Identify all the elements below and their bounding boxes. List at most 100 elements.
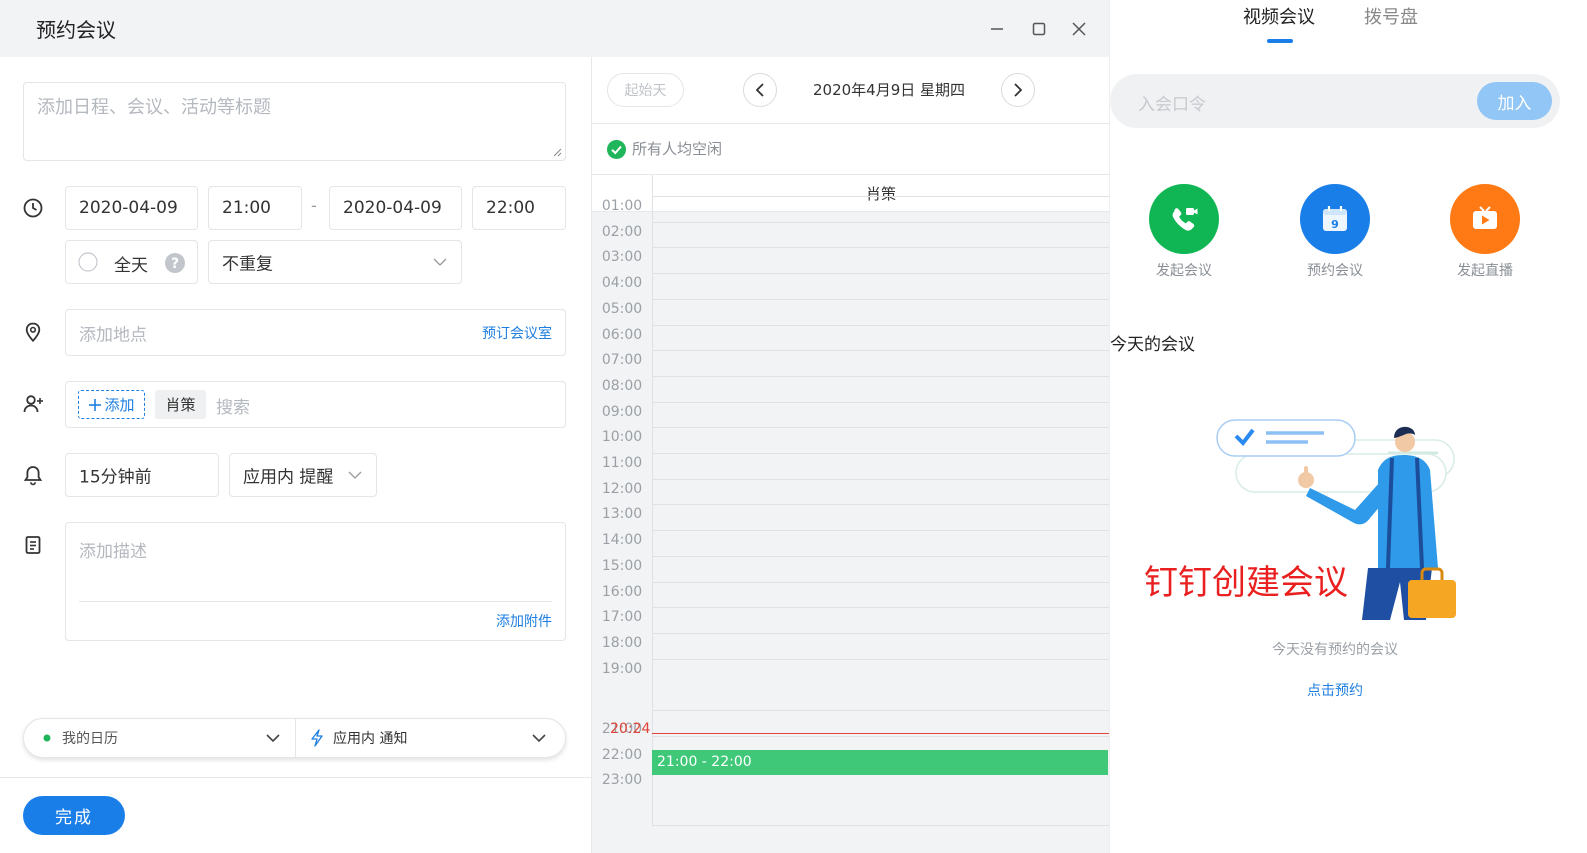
description-input[interactable]: 添加描述 添加附件 (65, 522, 566, 641)
end-time-field[interactable]: 22:00 (472, 186, 566, 230)
hour-label: 14:00 (601, 532, 643, 549)
allday-toggle[interactable]: 全天 ? (65, 240, 198, 284)
hour-gridline (652, 607, 1109, 609)
schedule-meeting-button[interactable]: 9 (1300, 184, 1370, 254)
current-date-label: 2020年4月9日 星期四 (812, 81, 966, 99)
location-placeholder: 添加地点 (79, 325, 147, 345)
notify-select-value: 应用内 通知 (333, 731, 408, 747)
hour-gridline (652, 196, 1109, 197)
green-dot-icon (43, 734, 51, 742)
start-meeting-button[interactable] (1149, 184, 1219, 254)
calendar-icon: 9 (1323, 206, 1347, 231)
minimize-button[interactable] (982, 14, 1012, 44)
title-bar: 预约会议 (0, 0, 1109, 57)
hour-label: 09:00 (601, 403, 643, 420)
close-icon (1072, 22, 1086, 36)
event-block[interactable]: 21:00 - 22:00 (652, 750, 1108, 775)
hour-gridline (652, 710, 1109, 711)
chevron-left-icon (755, 83, 764, 97)
prev-day-button[interactable] (743, 73, 777, 107)
allday-radio-icon[interactable] (78, 252, 98, 272)
search-placeholder: 搜索 (216, 398, 250, 418)
join-button[interactable]: 加入 (1477, 82, 1552, 120)
hour-gridline (652, 504, 1109, 506)
tab-video-meeting[interactable]: 视频会议 (1243, 3, 1315, 29)
start-meeting-label: 发起会议 (1156, 263, 1212, 279)
minimize-icon (991, 28, 1003, 30)
start-live-button[interactable] (1450, 184, 1520, 254)
next-day-button[interactable] (1001, 73, 1035, 107)
day-grid: 肖策 01:00 02:00 03:00 04:00 05:00 06:00 07:00 08… (592, 175, 1109, 853)
remind-time-field[interactable]: 15分钟前 (65, 453, 219, 497)
title-input[interactable]: 添加日程、会议、活动等标题 (23, 82, 566, 161)
now-indicator-line (652, 733, 1109, 734)
attendee-chip[interactable]: 肖策 (155, 390, 206, 419)
clock-icon (23, 198, 43, 218)
empty-state-text: 今天没有预约的会议 (1272, 642, 1398, 658)
add-attendee-label: 添加 (104, 396, 135, 414)
help-icon[interactable]: ? (165, 253, 185, 273)
free-status: 所有人均空闲 (632, 140, 723, 158)
start-date-field[interactable]: 2020-04-09 (65, 186, 198, 230)
hour-label: 10:00 (601, 429, 643, 446)
description-divider (79, 601, 552, 602)
hour-label: 15:00 (601, 557, 643, 574)
notify-select[interactable]: 应用内 通知 (296, 719, 566, 757)
start-time-field[interactable]: 21:00 (208, 186, 302, 230)
calendar-select-value: 我的日历 (62, 731, 118, 747)
phone-video-icon (1172, 208, 1198, 231)
location-input[interactable]: 添加地点 预订会议室 (65, 309, 566, 356)
add-attachment-link[interactable]: 添加附件 (496, 611, 552, 631)
hour-gridline (652, 221, 1109, 223)
start-day-button[interactable]: 起始天 (607, 73, 684, 107)
hour-gridline (652, 427, 1109, 429)
remind-type-value: 应用内 提醒 (243, 467, 334, 488)
hour-label: 12:00 (601, 480, 643, 497)
window-title: 预约会议 (36, 18, 116, 42)
calendar-select[interactable]: 我的日历 (24, 719, 296, 757)
hour-label: 13:00 (601, 506, 643, 523)
repeat-value: 不重复 (222, 254, 273, 275)
lightning-icon (311, 729, 323, 747)
hour-gridline (652, 581, 1109, 583)
grid-bottom-line (652, 825, 1109, 826)
start-time-value: 21:00 (222, 198, 271, 218)
hour-gridline (652, 478, 1109, 480)
end-date-value: 2020-04-09 (343, 198, 442, 218)
maximize-button[interactable] (1024, 14, 1054, 44)
repeat-select[interactable]: 不重复 (208, 240, 462, 284)
hour-label: 02:00 (601, 223, 643, 240)
hour-gridline (652, 247, 1109, 249)
add-person-icon (23, 395, 43, 413)
resize-handle-icon[interactable] (552, 147, 562, 157)
hour-label: 05:00 (601, 300, 643, 317)
chevron-down-icon (348, 471, 362, 479)
hour-label: 06:00 (601, 326, 643, 343)
hour-gridline (652, 375, 1109, 377)
hour-label: 03:00 (601, 249, 643, 266)
close-button[interactable] (1064, 14, 1094, 44)
tab-dialpad[interactable]: 拨号盘 (1364, 3, 1418, 29)
hour-gridline (652, 350, 1109, 352)
hour-gridline (652, 273, 1109, 275)
schedule-meeting-label: 预约会议 (1307, 263, 1363, 279)
hour-gridline (652, 453, 1109, 454)
done-button[interactable]: 完成 (23, 796, 125, 835)
join-code-input[interactable]: 入会口令 加入 (1110, 74, 1560, 128)
add-attendee-button[interactable]: 添加 (78, 390, 145, 419)
hour-label: 18:00 (601, 634, 643, 651)
overlay-caption: 钉钉创建会议 (1144, 563, 1348, 603)
document-icon (25, 536, 41, 554)
end-date-field[interactable]: 2020-04-09 (329, 186, 462, 230)
join-code-placeholder: 入会口令 (1138, 95, 1206, 115)
remind-type-select[interactable]: 应用内 提醒 (229, 453, 377, 497)
chevron-down-icon (532, 734, 546, 743)
book-room-link[interactable]: 预订会议室 (482, 323, 552, 343)
hour-gridline (652, 530, 1109, 532)
chevron-down-icon (266, 734, 280, 743)
book-meeting-link[interactable]: 点击预约 (1205, 680, 1465, 700)
hour-label: 23:00 (601, 772, 643, 789)
attendee-input[interactable]: 添加 肖策 搜索 (65, 381, 566, 428)
svg-text:9: 9 (1331, 218, 1339, 231)
check-circle-icon (607, 140, 626, 159)
